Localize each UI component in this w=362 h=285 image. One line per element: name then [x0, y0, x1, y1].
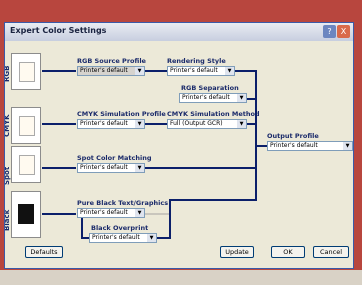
connector-line	[255, 70, 257, 200]
spot-matching-value: Printer's default	[80, 164, 128, 171]
connector-line	[247, 98, 255, 100]
cmyk-simulation-label: CMYK Simulation Profile	[77, 110, 166, 118]
connector-line	[42, 70, 76, 72]
cmyk-method-label: CMYK Simulation Method	[167, 110, 260, 118]
black-overprint-value: Printer's default	[92, 234, 140, 241]
spot-thumbnail	[11, 146, 41, 183]
connector-line	[235, 70, 255, 72]
connector-line	[81, 218, 83, 238]
pure-black-select[interactable]: Printer's default ▼	[77, 208, 145, 218]
black-document-icon	[18, 204, 34, 224]
rgb-source-value: Printer's default	[80, 67, 128, 74]
spot-matching-label: Spot Color Matching	[77, 154, 152, 162]
chevron-down-icon: ▼	[135, 209, 144, 217]
rendering-style-select[interactable]: Printer's default ▼	[167, 66, 235, 76]
help-button[interactable]: ?	[323, 25, 336, 38]
cancel-button[interactable]: Cancel	[313, 246, 349, 258]
rendering-style-value: Printer's default	[170, 67, 218, 74]
chevron-down-icon: ▼	[147, 234, 156, 242]
cmyk-simulation-select[interactable]: Printer's default ▼	[77, 119, 145, 129]
connector-line	[81, 237, 89, 239]
chevron-down-icon: ▼	[237, 120, 246, 128]
rgb-separation-select[interactable]: Printer's default ▼	[179, 93, 247, 103]
rendering-style-label: Rendering Style	[167, 57, 226, 65]
output-profile-value: Printer's default	[270, 142, 318, 149]
cmyk-document-icon	[19, 116, 35, 136]
connector-line	[42, 213, 76, 215]
close-button[interactable]: X	[337, 25, 350, 38]
cmyk-method-value: Full (Output GCR)	[170, 120, 223, 127]
connector-line	[145, 123, 167, 125]
disabled-connector-line	[145, 213, 169, 215]
chevron-down-icon: ▼	[135, 164, 144, 172]
connector-line	[145, 70, 167, 72]
connector-line	[145, 167, 255, 169]
chevron-down-icon: ▼	[135, 120, 144, 128]
spot-matching-select[interactable]: Printer's default ▼	[77, 163, 145, 173]
rgb-thumbnail	[11, 53, 41, 90]
chevron-down-icon: ▼	[343, 142, 352, 150]
connector-line	[255, 145, 267, 147]
rgb-source-label: RGB Source Profile	[77, 57, 146, 65]
rgb-separation-value: Printer's default	[182, 94, 230, 101]
rgb-source-select[interactable]: Printer's default ▼	[77, 66, 145, 76]
connector-line	[157, 237, 169, 239]
dialog-title: Expert Color Settings	[10, 26, 107, 35]
pure-black-value: Printer's default	[80, 209, 128, 216]
connector-line	[42, 167, 76, 169]
pure-black-label: Pure Black Text/Graphics	[77, 199, 169, 207]
black-overprint-select[interactable]: Printer's default ▼	[89, 233, 157, 243]
connector-line	[42, 123, 76, 125]
connector-line	[169, 199, 257, 201]
chevron-down-icon: ▼	[237, 94, 246, 102]
chevron-down-icon: ▼	[225, 67, 234, 75]
ok-button[interactable]: OK	[271, 246, 305, 258]
title-bar: Expert Color Settings ? X	[5, 23, 353, 41]
rgb-document-icon	[19, 62, 35, 82]
output-profile-label: Output Profile	[267, 132, 319, 140]
rgb-separation-label: RGB Separation	[181, 84, 239, 92]
cmyk-method-select[interactable]: Full (Output GCR) ▼	[167, 119, 247, 129]
output-profile-select[interactable]: Printer's default ▼	[267, 141, 353, 151]
spot-document-icon	[19, 155, 35, 175]
background-strip	[0, 270, 362, 285]
black-overprint-label: Black Overprint	[91, 224, 149, 232]
black-thumbnail	[11, 191, 41, 238]
chevron-down-icon: ▼	[135, 67, 144, 75]
cmyk-simulation-value: Printer's default	[80, 120, 128, 127]
update-button[interactable]: Update	[220, 246, 254, 258]
defaults-button[interactable]: Defaults	[25, 246, 63, 258]
expert-color-settings-dialog: Expert Color Settings ? X RGB RGB Source…	[4, 22, 354, 269]
cmyk-thumbnail	[11, 107, 41, 144]
connector-line	[169, 199, 171, 239]
connector-line	[247, 123, 255, 125]
